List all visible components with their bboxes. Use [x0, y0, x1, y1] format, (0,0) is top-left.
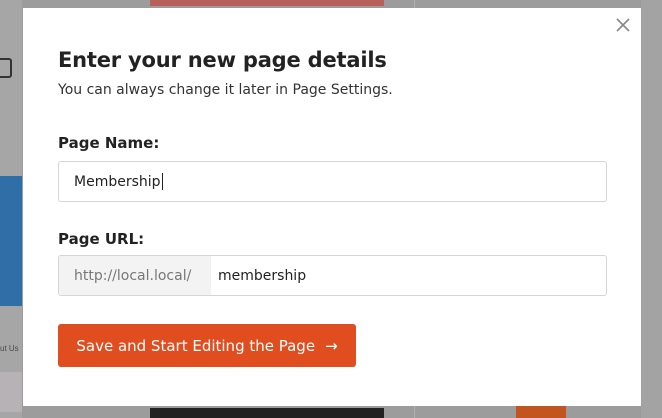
page-url-field: http://local.local/ membership [58, 255, 607, 296]
modal-subtitle: You can always change it later in Page S… [58, 82, 393, 98]
close-button[interactable] [615, 17, 631, 33]
document-icon [0, 58, 12, 78]
save-and-edit-button[interactable]: Save and Start Editing the Page → [58, 324, 356, 367]
page-url-label: Page URL: [58, 230, 145, 248]
page-name-label: Page Name: [58, 134, 160, 152]
page-name-input[interactable]: Membership [58, 161, 607, 202]
background-button [516, 406, 566, 418]
close-icon [616, 18, 630, 32]
modal-title: Enter your new page details [58, 48, 387, 72]
url-prefix: http://local.local/ [59, 256, 211, 295]
arrow-right-icon: → [325, 336, 338, 355]
background-top-bar [150, 0, 384, 6]
background-thumbnail-2 [0, 372, 22, 412]
background-right-edge [641, 0, 662, 418]
background-thumbnail-text: ut Us [0, 344, 19, 353]
new-page-modal: Enter your new page details You can alwa… [23, 8, 641, 406]
page-url-input[interactable]: membership [211, 256, 606, 295]
background-thumbnail [0, 176, 22, 306]
text-caret [161, 173, 163, 190]
page-name-value: Membership [74, 173, 161, 190]
page-url-value: membership [218, 267, 307, 284]
background-bottom-block [150, 408, 384, 418]
save-button-label: Save and Start Editing the Page [76, 336, 316, 355]
